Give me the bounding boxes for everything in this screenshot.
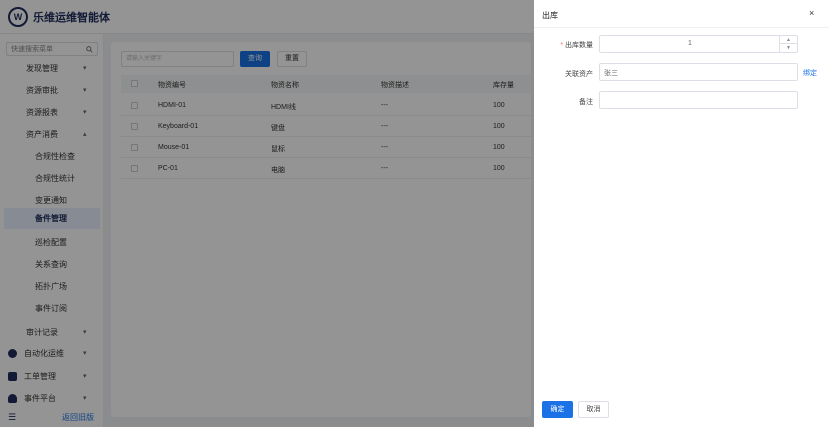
drawer-overlay[interactable]	[0, 0, 534, 427]
stepper-controls[interactable]: ▲ ▼	[779, 36, 797, 52]
decrement-icon[interactable]: ▼	[780, 44, 797, 52]
asset-field[interactable]: 张三	[599, 63, 798, 81]
drawer-title: 出库	[542, 11, 558, 20]
qty-stepper[interactable]: 1 ▲ ▼	[599, 35, 798, 53]
qty-label: * 出库数量	[560, 42, 593, 49]
cancel-button[interactable]: 取消	[578, 401, 609, 418]
note-label: 备注	[579, 99, 593, 106]
confirm-button[interactable]: 确定	[542, 401, 573, 418]
close-icon[interactable]: ×	[809, 8, 814, 18]
qty-value: 1	[688, 40, 692, 47]
drawer-divider	[534, 27, 829, 28]
increment-icon[interactable]: ▲	[780, 36, 797, 44]
bind-link[interactable]: 绑定	[803, 68, 817, 78]
note-field[interactable]	[599, 91, 798, 109]
asset-label: 关联资产	[565, 71, 593, 78]
